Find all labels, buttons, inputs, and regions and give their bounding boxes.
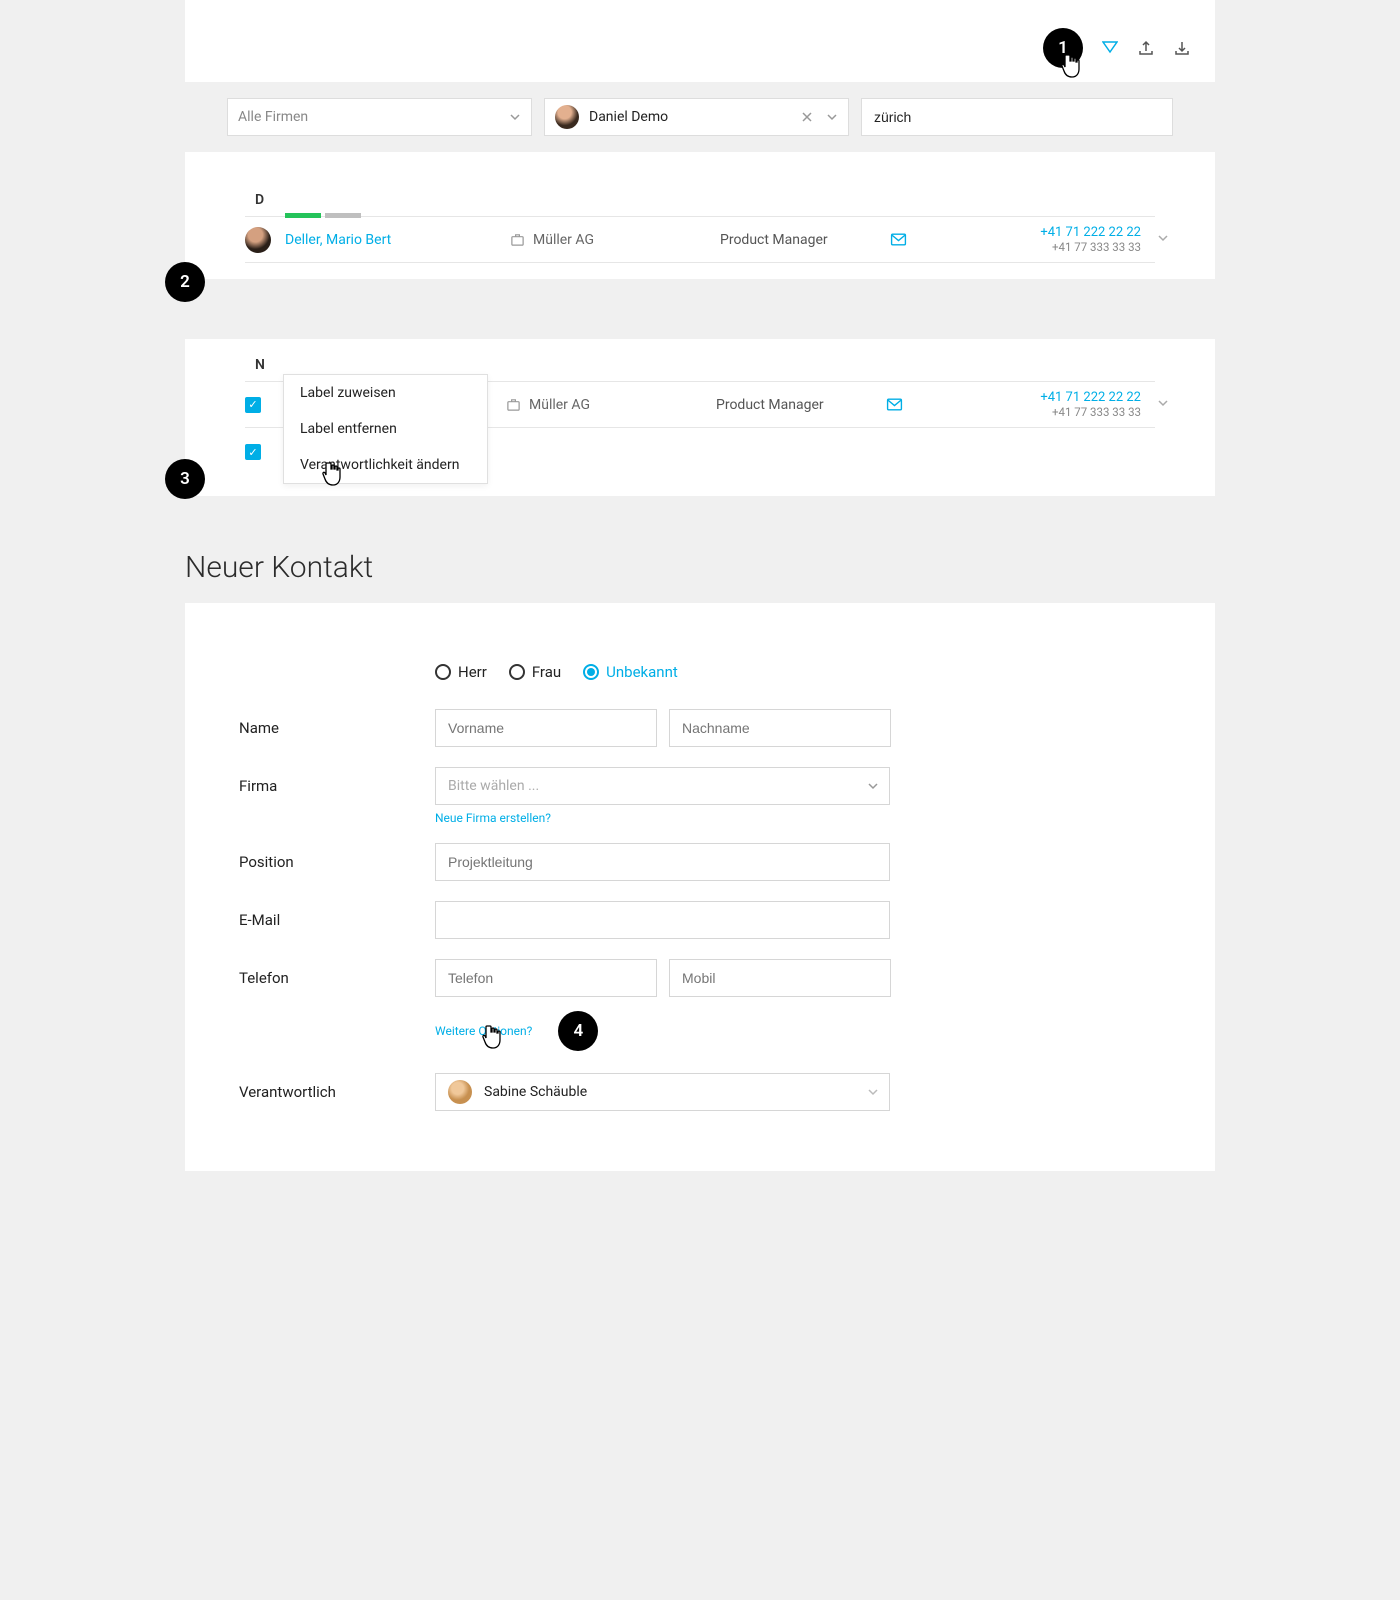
contact-company: Müller AG: [529, 397, 590, 413]
avatar: [448, 1080, 472, 1104]
search-input[interactable]: [861, 98, 1173, 136]
avatar: [245, 227, 271, 253]
contact-role: Product Manager: [716, 397, 886, 413]
contact-company: Müller AG: [533, 232, 594, 248]
clear-icon[interactable]: [802, 112, 812, 122]
menu-assign-label[interactable]: Label zuweisen: [284, 375, 487, 411]
email-icon[interactable]: [890, 231, 965, 248]
contact-name-link[interactable]: Deller, Mario Bert: [285, 232, 391, 248]
avatar: [555, 105, 579, 129]
actions-menu: Label zuweisen Label entfernen Verantwor…: [283, 374, 488, 484]
cursor-hand-icon: [321, 460, 345, 490]
page-title: Neuer Kontakt: [185, 526, 1215, 603]
row-checkbox[interactable]: ✓: [245, 397, 261, 413]
salutation-unbekannt[interactable]: Unbekannt: [583, 663, 678, 681]
section-letter-d: D: [185, 152, 1215, 216]
select-all-checkbox[interactable]: ✓: [245, 444, 261, 460]
marker-4: 4: [558, 1011, 598, 1051]
user-filter-select[interactable]: Daniel Demo: [544, 98, 849, 136]
firma-select[interactable]: Bitte wählen ...: [435, 767, 890, 805]
mobil-input[interactable]: [669, 959, 891, 997]
label-firma: Firma: [239, 777, 435, 795]
menu-remove-label[interactable]: Label entfernen: [284, 411, 487, 447]
salutation-herr[interactable]: Herr: [435, 663, 487, 681]
salutation-frau[interactable]: Frau: [509, 663, 561, 681]
filter-icon[interactable]: [1101, 39, 1119, 57]
chevron-down-icon: [867, 780, 879, 792]
marker-2: 2: [165, 262, 205, 302]
chevron-down-icon: [826, 111, 838, 123]
chevron-down-icon: [867, 1086, 879, 1098]
firm-filter-select[interactable]: Alle Firmen: [227, 98, 532, 136]
firstname-input[interactable]: [435, 709, 657, 747]
upload-icon[interactable]: [1137, 39, 1155, 57]
marker-3: 3: [165, 459, 205, 499]
phone-main[interactable]: +41 71 222 22 22: [961, 390, 1141, 405]
label-telefon: Telefon: [239, 969, 435, 987]
menu-change-resp[interactable]: Verantwortlichkeit ändern: [284, 447, 487, 483]
download-icon[interactable]: [1173, 39, 1191, 57]
briefcase-icon: [506, 397, 521, 412]
label-name: Name: [239, 719, 435, 737]
label-position: Position: [239, 853, 435, 871]
briefcase-icon: [510, 232, 525, 247]
contact-role: Product Manager: [720, 232, 890, 248]
email-icon[interactable]: [886, 396, 961, 413]
user-filter-name: Daniel Demo: [589, 109, 668, 125]
new-firm-link[interactable]: Neue Firma erstellen?: [435, 811, 1175, 825]
phone-main[interactable]: +41 71 222 22 22: [965, 225, 1141, 240]
position-input[interactable]: [435, 843, 890, 881]
chevron-down-icon[interactable]: [1157, 397, 1169, 413]
phone-secondary: +41 77 333 33 33: [965, 240, 1141, 254]
phone-secondary: +41 77 333 33 33: [961, 405, 1141, 419]
cursor-hand-icon: [1060, 52, 1084, 82]
label-verantwortlich: Verantwortlich: [239, 1083, 435, 1101]
telefon-input[interactable]: [435, 959, 657, 997]
firm-filter-placeholder: Alle Firmen: [238, 109, 308, 125]
chevron-down-icon: [509, 111, 521, 123]
lastname-input[interactable]: [669, 709, 891, 747]
responsible-select[interactable]: Sabine Schäuble: [435, 1073, 890, 1111]
label-email: E-Mail: [239, 911, 435, 929]
responsible-name: Sabine Schäuble: [484, 1084, 587, 1100]
email-input[interactable]: [435, 901, 890, 939]
label-chips: [285, 213, 361, 218]
cursor-hand-icon: [481, 1023, 505, 1053]
chevron-down-icon[interactable]: [1157, 232, 1169, 248]
